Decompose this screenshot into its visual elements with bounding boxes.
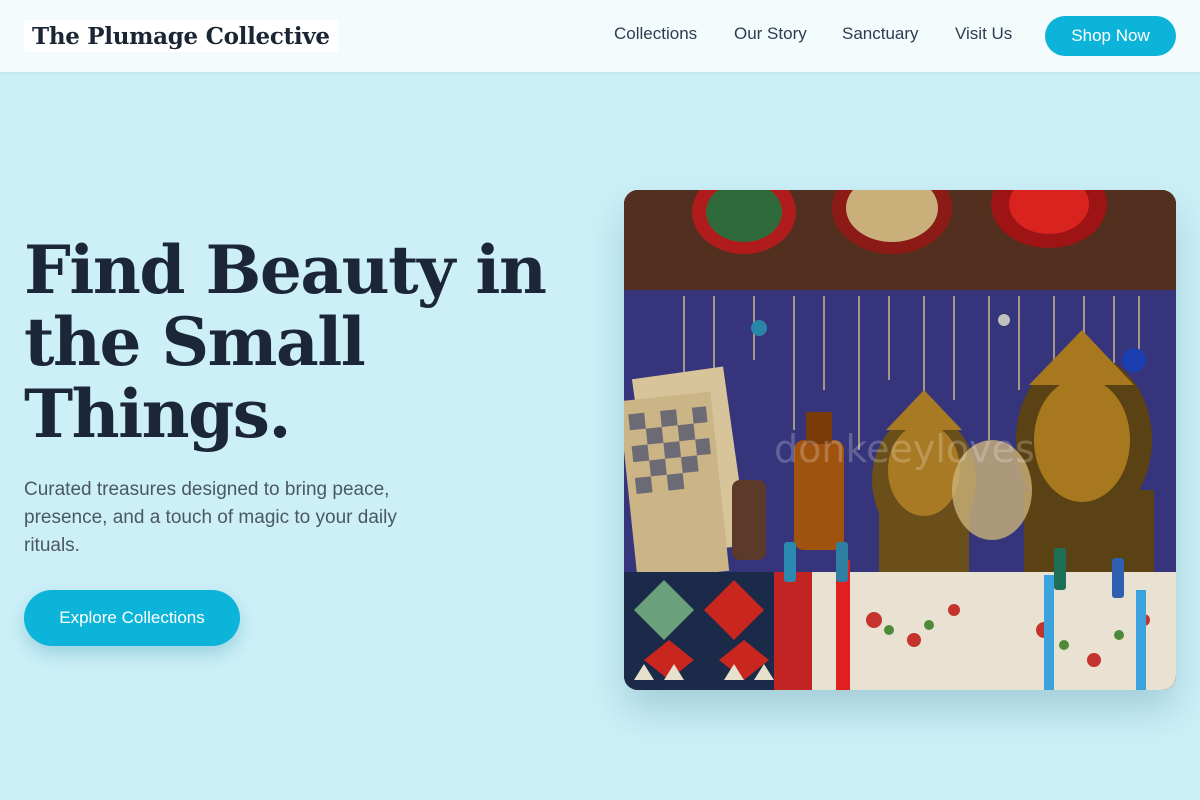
hero-subtitle: Curated treasures designed to bring peac…: [24, 479, 397, 556]
nav-link-collections[interactable]: Collections: [614, 24, 697, 44]
nav-link-our-story[interactable]: Our Story: [734, 24, 807, 44]
shop-now-button[interactable]: Shop Now: [1045, 16, 1176, 56]
hero-image: donkeeyloves: [624, 190, 1176, 690]
brand-logo[interactable]: The Plumage Collective: [24, 20, 338, 52]
hero-title: Find Beauty in the Small Things.: [24, 231, 547, 453]
market-stall-illustration: donkeeyloves: [624, 190, 1176, 690]
image-watermark: donkeeyloves: [774, 427, 1035, 471]
explore-collections-button[interactable]: Explore Collections: [24, 590, 240, 646]
nav-link-sanctuary[interactable]: Sanctuary: [842, 24, 919, 44]
site-header: The Plumage Collective Collections Our S…: [0, 0, 1200, 72]
nav-link-visit-us[interactable]: Visit Us: [955, 24, 1012, 44]
